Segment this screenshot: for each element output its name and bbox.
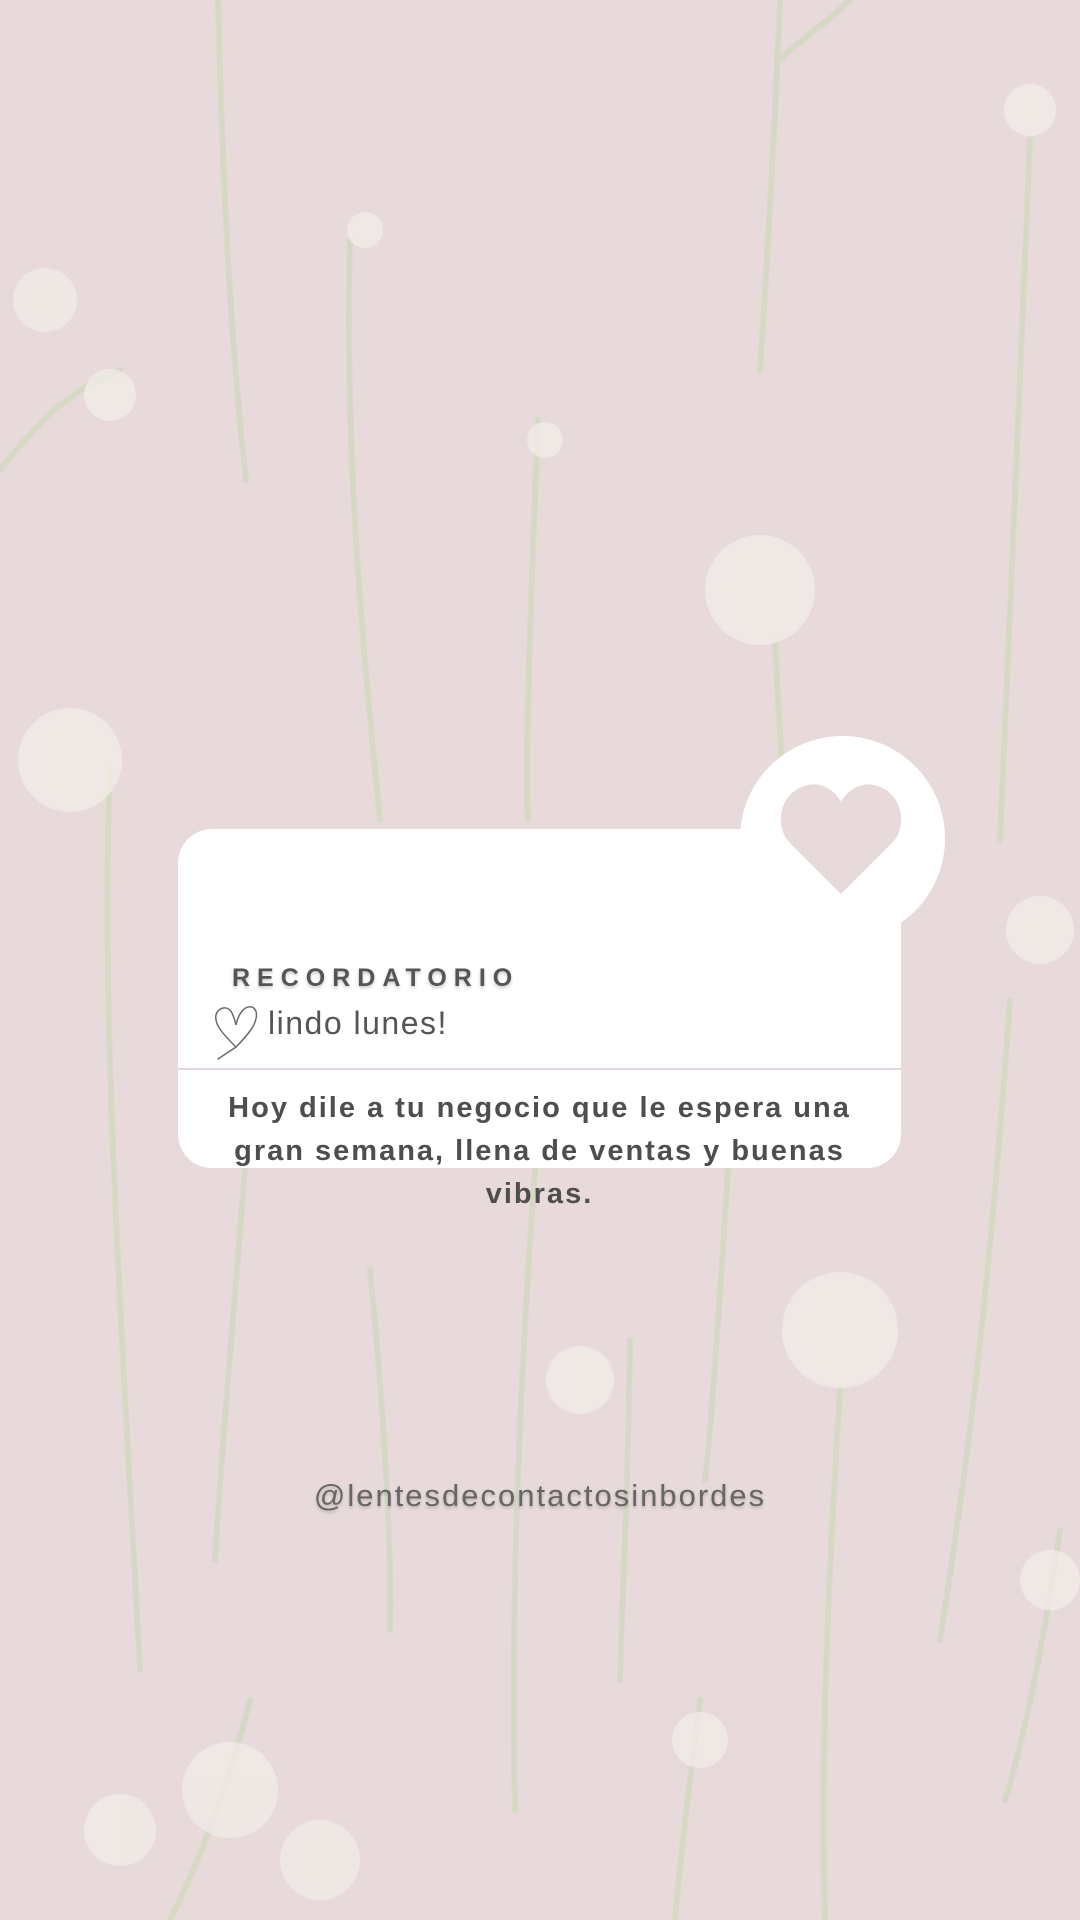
stem [777, 0, 853, 63]
card-title: RECORDATORIO [232, 964, 520, 992]
flower [1006, 896, 1074, 964]
stem [997, 137, 1033, 843]
flower [672, 1712, 728, 1768]
flower [280, 1820, 360, 1900]
flower [18, 708, 122, 812]
stem [820, 1387, 843, 1920]
reminder-card: RECORDATORIO lindo lunes! Hoy dile a tu … [178, 736, 945, 1210]
heart-doodle-icon [215, 1006, 258, 1060]
flower [347, 212, 383, 248]
flower [527, 422, 563, 458]
heart-icon [780, 784, 902, 894]
heart-badge [740, 736, 945, 941]
flower [84, 1794, 156, 1866]
stem [367, 1267, 394, 1633]
stem [346, 237, 383, 823]
stem [104, 767, 143, 1673]
stem [757, 0, 783, 373]
flower [13, 268, 77, 332]
flower [1004, 84, 1056, 136]
card-subtitle: lindo lunes! [268, 1005, 448, 1041]
flower [1020, 1550, 1080, 1610]
stem [215, 0, 249, 483]
flower [546, 1346, 614, 1414]
flower [84, 369, 136, 421]
divider [178, 1068, 901, 1070]
stem [937, 997, 1013, 1643]
card-message: Hoy dile a tu negocio que le espera una … [228, 1092, 851, 1210]
account-handle: @lentesdecontactosinbordes [313, 1478, 767, 1513]
flower [782, 1272, 898, 1388]
flower [705, 535, 815, 645]
flower [182, 1742, 278, 1838]
